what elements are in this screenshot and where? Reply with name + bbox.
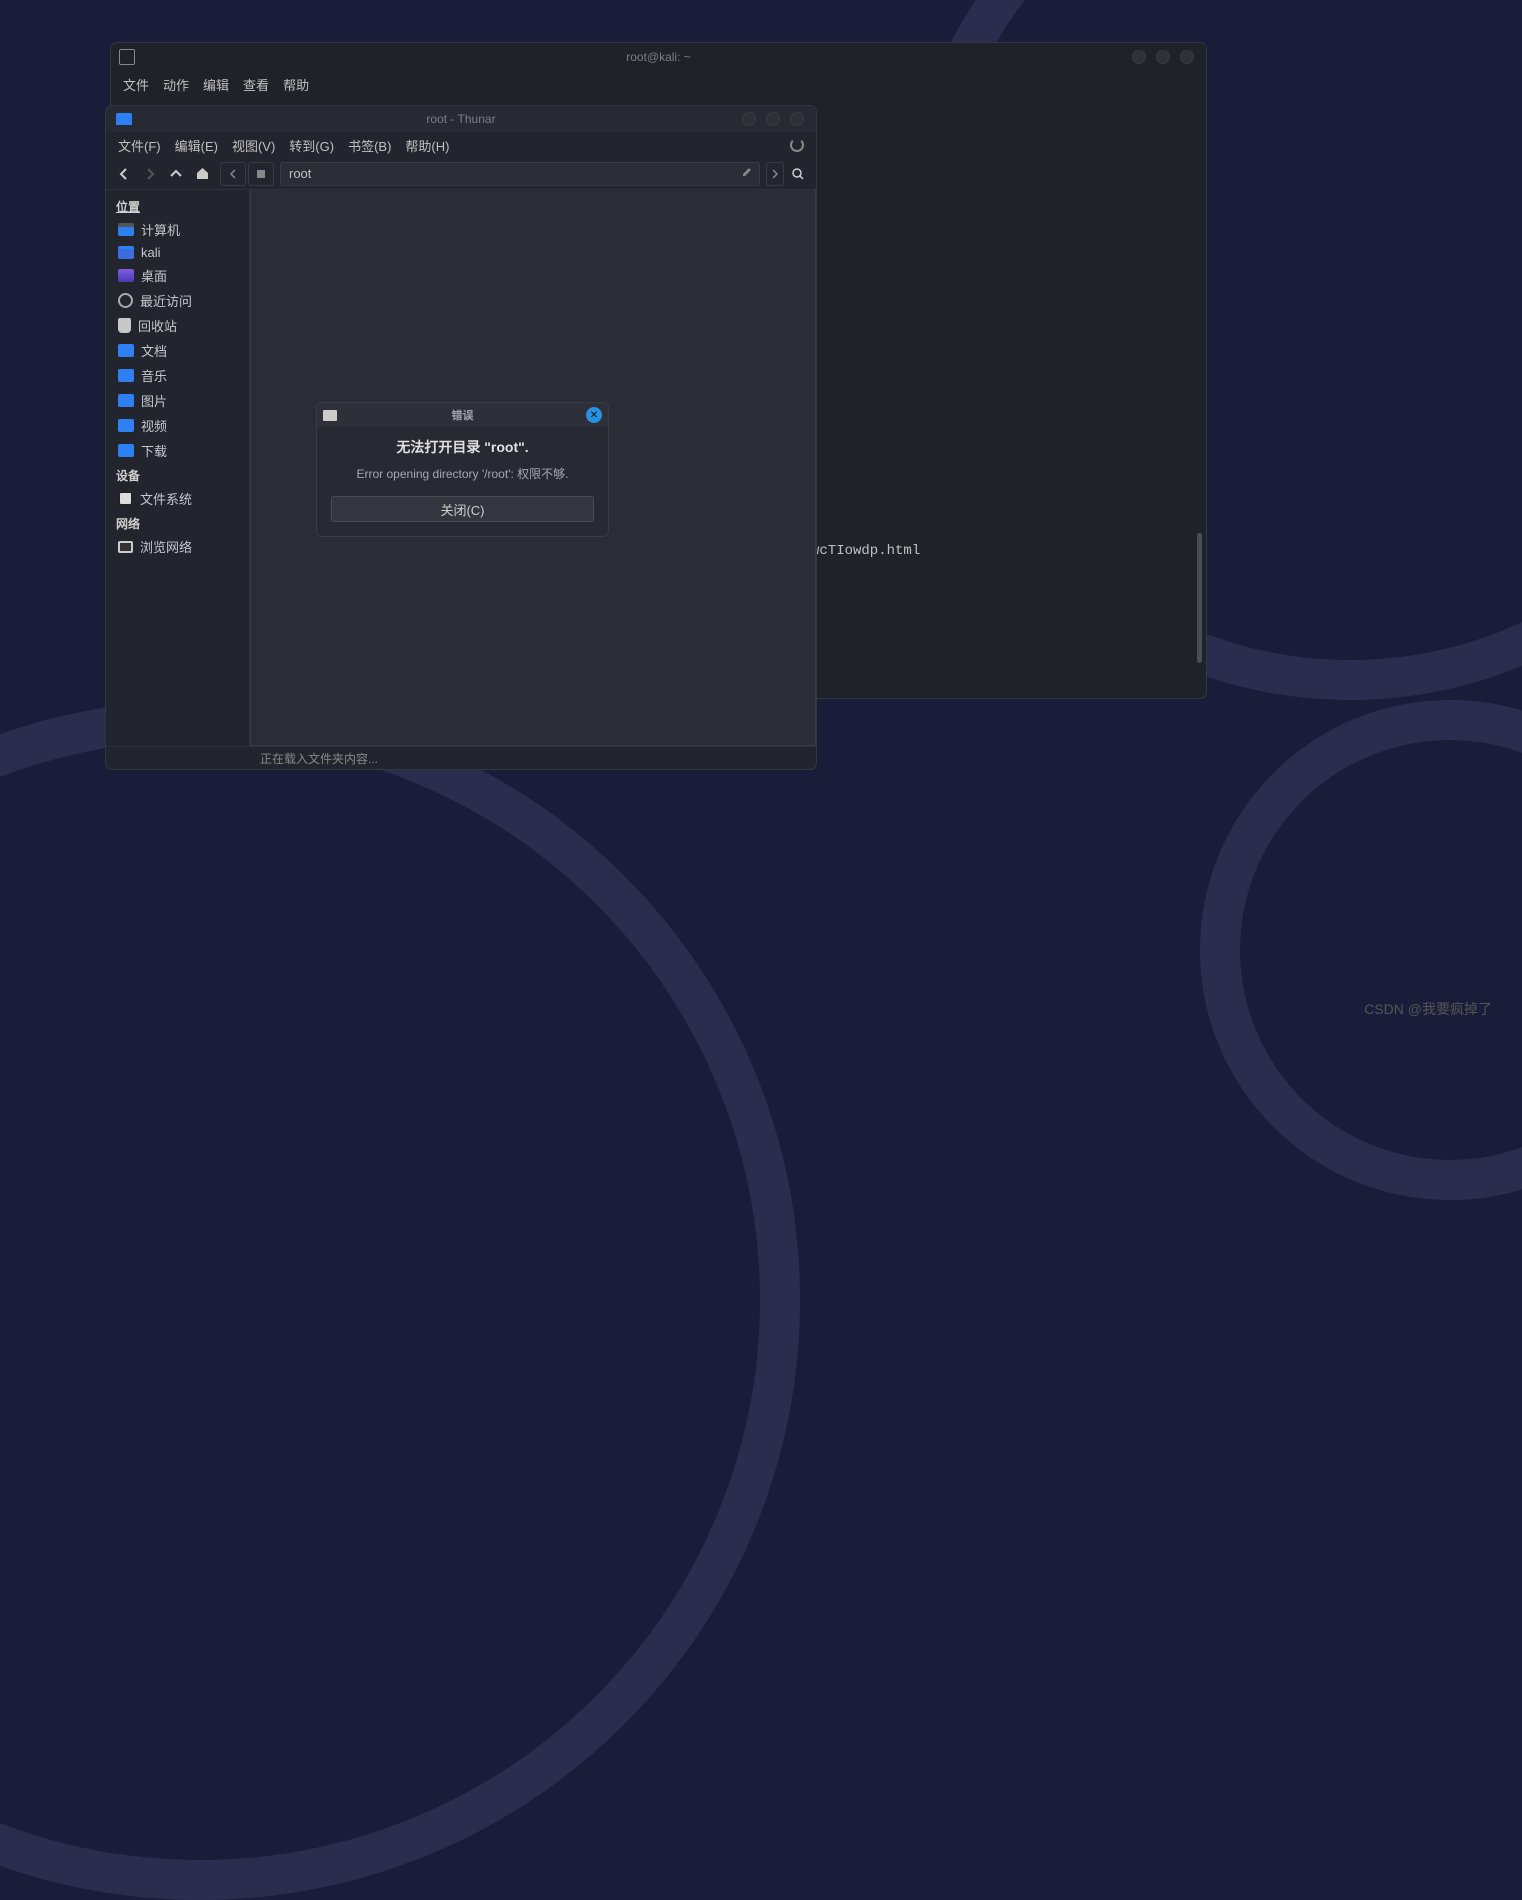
- sidebar-place-1[interactable]: kali: [106, 242, 249, 263]
- path-input[interactable]: root: [280, 162, 760, 186]
- error-dialog: 错误 ✕ 无法打开目录 "root". Error opening direct…: [316, 402, 609, 537]
- thunar-titlebar[interactable]: root - Thunar: [106, 106, 816, 132]
- desktop-icon: [118, 269, 134, 282]
- sidebar-network-header: 网络: [106, 511, 249, 534]
- error-message-primary: 无法打开目录 "root".: [331, 437, 594, 457]
- error-titlebar[interactable]: 错误 ✕: [317, 403, 608, 427]
- sidebar-network-0[interactable]: 浏览网络: [106, 534, 249, 559]
- music-icon: [118, 369, 134, 382]
- sidebar-item-label: 下载: [141, 441, 167, 460]
- video-icon: [118, 419, 134, 432]
- terminal-titlebar[interactable]: root@kali: ~: [111, 43, 1206, 71]
- sidebar-place-3[interactable]: 最近访问: [106, 288, 249, 313]
- menu-edit[interactable]: 编辑: [203, 75, 229, 94]
- error-message-secondary: Error opening directory '/root': 权限不够.: [331, 465, 594, 482]
- sidebar-place-7[interactable]: 图片: [106, 388, 249, 413]
- sidebar-item-label: 视频: [141, 416, 167, 435]
- sidebar-item-label: 音乐: [141, 366, 167, 385]
- computer-icon: [118, 223, 134, 236]
- minimize-button[interactable]: [742, 112, 756, 126]
- path-text: root: [289, 166, 311, 181]
- error-body: 无法打开目录 "root". Error opening directory '…: [317, 427, 608, 536]
- loading-spinner-icon: [790, 138, 804, 152]
- menu-view[interactable]: 查看: [243, 75, 269, 94]
- thunar-menubar: 文件(F) 编辑(E) 视图(V) 转到(G) 书签(B) 帮助(H): [106, 132, 816, 158]
- sidebar-place-5[interactable]: 文档: [106, 338, 249, 363]
- sidebar-places-header: 位置: [106, 194, 249, 217]
- minimize-button[interactable]: [1132, 50, 1146, 64]
- thunar-toolbar: root: [106, 158, 816, 190]
- download-icon: [118, 444, 134, 457]
- close-button[interactable]: [1180, 50, 1194, 64]
- sidebar-item-label: 浏览网络: [140, 537, 192, 556]
- filesys-icon: [118, 491, 133, 506]
- terminal-menubar: 文件 动作 编辑 查看 帮助: [111, 71, 1206, 97]
- thunar-statusbar: 正在载入文件夹内容...: [106, 746, 816, 769]
- close-icon[interactable]: ✕: [586, 407, 602, 423]
- sidebar-item-label: 桌面: [141, 266, 167, 285]
- edit-icon[interactable]: [741, 166, 753, 181]
- menu-bookmark[interactable]: 书签(B): [348, 136, 391, 155]
- path-next-button[interactable]: [766, 162, 784, 186]
- menu-file[interactable]: 文件(F): [118, 136, 161, 155]
- home-button[interactable]: [190, 162, 214, 186]
- sidebar-device-0[interactable]: 文件系统: [106, 486, 249, 511]
- maximize-button[interactable]: [766, 112, 780, 126]
- pic-icon: [118, 394, 134, 407]
- sidebar-place-9[interactable]: 下载: [106, 438, 249, 463]
- close-button[interactable]: [790, 112, 804, 126]
- bg-decoration: [0, 700, 800, 1900]
- recent-icon: [118, 293, 133, 308]
- doc-icon: [118, 344, 134, 357]
- sidebar-devices-header: 设备: [106, 463, 249, 486]
- terminal-output-line: wcTIowdp.html: [811, 543, 920, 559]
- sidebar-item-label: kali: [141, 245, 161, 260]
- sidebar-place-2[interactable]: 桌面: [106, 263, 249, 288]
- maximize-button[interactable]: [1156, 50, 1170, 64]
- thunar-title: root - Thunar: [106, 112, 816, 126]
- status-text: 正在载入文件夹内容...: [260, 750, 378, 767]
- up-button[interactable]: [164, 162, 188, 186]
- sidebar-item-label: 计算机: [141, 220, 180, 239]
- sidebar-place-8[interactable]: 视频: [106, 413, 249, 438]
- terminal-window-controls: [1132, 50, 1194, 64]
- error-title: 错误: [317, 407, 608, 423]
- menu-help[interactable]: 帮助: [283, 75, 309, 94]
- sidebar-item-label: 回收站: [138, 316, 177, 335]
- folder-yellow-icon: [118, 246, 134, 259]
- terminal-title: root@kali: ~: [111, 50, 1206, 64]
- menu-file[interactable]: 文件: [123, 75, 149, 94]
- sidebar-item-label: 图片: [141, 391, 167, 410]
- menu-goto[interactable]: 转到(G): [289, 136, 334, 155]
- sidebar-place-0[interactable]: 计算机: [106, 217, 249, 242]
- terminal-scrollbar[interactable]: [1197, 533, 1202, 663]
- path-history-button[interactable]: [220, 162, 246, 186]
- sidebar-item-label: 文件系统: [140, 489, 192, 508]
- thunar-sidebar: 位置 计算机 kali 桌面最近访问回收站文档音乐图片视频下载 设备 文件系统 网络…: [106, 190, 250, 746]
- search-button[interactable]: [786, 162, 810, 186]
- sidebar-item-label: 最近访问: [140, 291, 192, 310]
- menu-view[interactable]: 视图(V): [232, 136, 275, 155]
- menu-action[interactable]: 动作: [163, 75, 189, 94]
- sidebar-item-label: 文档: [141, 341, 167, 360]
- back-button[interactable]: [112, 162, 136, 186]
- menu-help[interactable]: 帮助(H): [405, 136, 449, 155]
- sidebar-place-6[interactable]: 音乐: [106, 363, 249, 388]
- thunar-window-controls: [742, 112, 804, 126]
- path-mode-button[interactable]: [248, 162, 274, 186]
- network-icon: [118, 541, 133, 553]
- close-button[interactable]: 关闭(C): [331, 496, 594, 522]
- bg-decoration: [1200, 700, 1522, 1200]
- forward-button[interactable]: [138, 162, 162, 186]
- trash-icon: [118, 318, 131, 333]
- sidebar-place-4[interactable]: 回收站: [106, 313, 249, 338]
- menu-edit[interactable]: 编辑(E): [175, 136, 218, 155]
- watermark: CSDN @我要疯掉了: [1364, 999, 1492, 1019]
